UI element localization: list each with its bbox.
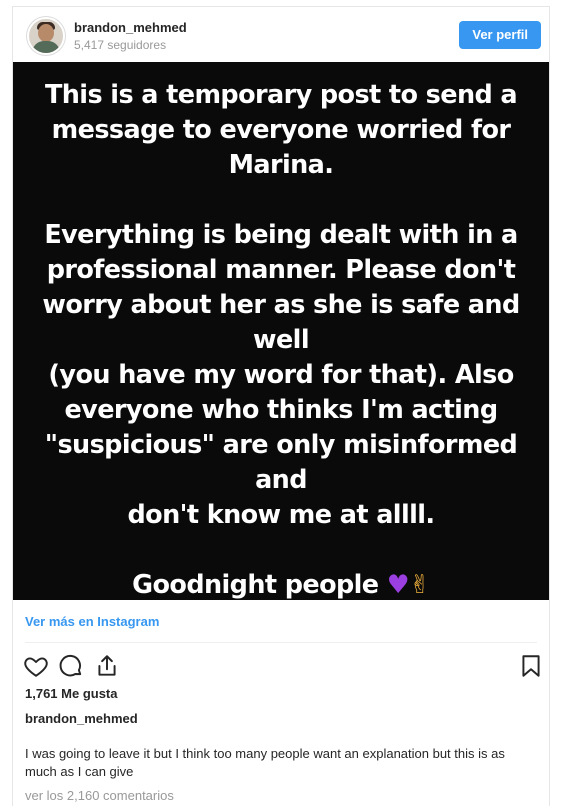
post-line-goodnight: Goodnight people ♥✌ [21,568,541,603]
post-line: (you have my word for that). Also [48,360,514,390]
action-bar [13,653,549,679]
post-line: don't know me at allll. [127,500,436,530]
post-line: Goodnight people [132,570,379,600]
post-image-text: This is a temporary post to send a messa… [21,78,541,603]
victory-hand-icon: ✌ [409,570,430,600]
post-line: Everything is being dealt with in a [44,220,518,250]
share-icon[interactable] [94,653,120,679]
heart-icon[interactable] [23,653,49,679]
post-line: message to everyone worried for [51,115,511,145]
caption-username[interactable]: brandon_mehmed [25,711,138,726]
post-image[interactable]: This is a temporary post to send a messa… [13,62,549,600]
post-line: Marina. [228,150,334,180]
post-line: professional manner. Please don't [46,255,516,285]
post-line: everyone who thinks I'm acting [64,395,498,425]
caption-text: I was going to leave it but I think too … [25,746,505,779]
view-more-instagram-link[interactable]: Ver más en Instagram [25,614,159,629]
purple-heart-icon: ♥ [386,570,410,600]
header-username[interactable]: brandon_mehmed [74,20,187,35]
bookmark-icon[interactable] [518,653,544,679]
comment-icon[interactable] [58,653,84,679]
avatar[interactable] [27,17,65,55]
follower-count: 5,417 seguidores [74,38,167,52]
view-profile-button[interactable]: Ver perfil [459,21,541,49]
like-count[interactable]: 1,761 Me gusta [25,686,118,701]
instagram-embed-card: brandon_mehmed 5,417 seguidores Ver perf… [12,6,550,806]
divider [25,642,537,643]
post-line: "suspicious" are only misinformed and [44,430,518,495]
post-header: brandon_mehmed 5,417 seguidores Ver perf… [13,7,549,63]
view-comments-link[interactable]: ver los 2,160 comentarios [25,788,174,803]
post-line: worry about her as she is safe and well [42,290,520,355]
post-line: This is a temporary post to send a [44,80,518,110]
